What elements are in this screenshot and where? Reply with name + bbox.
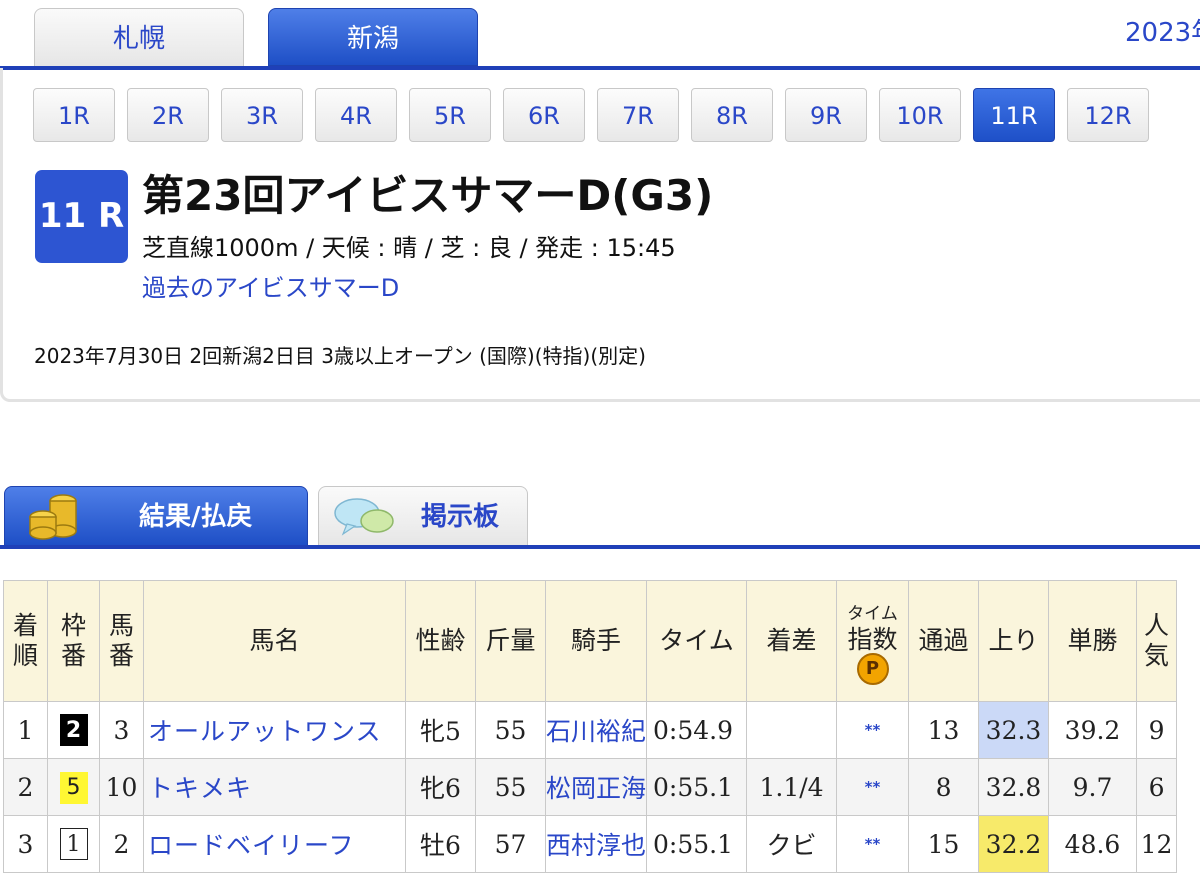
header-win-odds[interactable]: 単勝 <box>1048 580 1138 702</box>
race-tab-6r[interactable]: 6R <box>503 88 585 142</box>
race-conditions: 芝直線1000m / 天候 : 晴 / 芝 : 良 / 発走 : 15:45 <box>142 234 676 262</box>
venue-tab-sapporo[interactable]: 札幌 <box>34 8 244 66</box>
race-tab-4r[interactable]: 4R <box>315 88 397 142</box>
header-horse-number[interactable]: 馬番 <box>99 580 144 702</box>
header-frame[interactable]: 枠番 <box>47 580 100 702</box>
cell-popularity: 6 <box>1136 758 1178 816</box>
cell-sex-age: 牝5 <box>405 701 476 759</box>
race-tab-11r[interactable]: 11R <box>973 88 1055 142</box>
tab-results-payout[interactable]: 結果/払戻 <box>4 486 308 546</box>
past-races-link[interactable]: 過去のアイビスサマーD <box>142 268 399 303</box>
jockey-link[interactable]: 松岡正海 <box>544 758 648 816</box>
premium-p-icon: P <box>856 652 889 685</box>
cell-frame: 5 <box>47 758 100 816</box>
jockey-link[interactable]: 石川裕紀 <box>544 701 648 759</box>
cell-last3f: 32.3 <box>978 701 1050 759</box>
cell-time-index[interactable]: ** <box>836 758 910 816</box>
header-rank[interactable]: 着順 <box>3 580 48 702</box>
cell-rank: 1 <box>3 701 48 759</box>
cell-time: 0:54.9 <box>646 701 748 759</box>
race-tab-10r[interactable]: 10R <box>879 88 961 142</box>
race-tab-1r[interactable]: 1R <box>33 88 115 142</box>
cell-win-odds: 9.7 <box>1048 758 1138 816</box>
table-row: 2 5 10 トキメキ 牝6 55 松岡正海 0:55.1 1.1/4 ** 8… <box>3 758 1178 816</box>
cell-time: 0:55.1 <box>646 758 748 816</box>
race-number-badge: 11 R <box>35 170 128 263</box>
race-tab-2r[interactable]: 2R <box>127 88 209 142</box>
header-weight[interactable]: 斤量 <box>475 580 546 702</box>
horse-name-link[interactable]: トキメキ <box>143 758 406 816</box>
header-jockey[interactable]: 騎手 <box>544 580 648 702</box>
cell-frame: 2 <box>47 701 100 759</box>
cell-time-index[interactable]: ** <box>836 701 910 759</box>
header-time-index[interactable]: タイム 指数 P <box>836 580 910 702</box>
header-horse-name[interactable]: 馬名 <box>143 580 406 702</box>
header-margin[interactable]: 着差 <box>746 580 838 702</box>
frame-badge: 2 <box>59 714 88 746</box>
cell-weight: 55 <box>475 701 546 759</box>
results-table: 着順 枠番 馬番 馬名 性齢 斤量 騎手 タイム 着差 タイム 指数 P 通過 … <box>3 580 1178 873</box>
cell-margin <box>746 701 838 759</box>
race-tab-8r[interactable]: 8R <box>691 88 773 142</box>
header-popularity[interactable]: 人気 <box>1136 580 1178 702</box>
cell-horse-number: 3 <box>99 701 144 759</box>
tab-results-payout-label: 結果/払戻 <box>139 502 253 532</box>
cell-weight: 55 <box>475 758 546 816</box>
header-passing[interactable]: 通過 <box>908 580 980 702</box>
cell-popularity: 9 <box>1136 701 1178 759</box>
header-date: 2023年 <box>1125 18 1200 48</box>
content-tabs-divider <box>0 545 1200 549</box>
race-tab-3r[interactable]: 3R <box>221 88 303 142</box>
cell-last3f: 32.8 <box>978 758 1050 816</box>
cell-rank: 2 <box>3 758 48 816</box>
race-date-line: 2023年7月30日 2回新潟2日目 3歳以上オープン (国際)(特指)(別定) <box>34 344 646 368</box>
frame-badge: 5 <box>59 771 88 804</box>
chat-bubbles-icon <box>334 498 394 536</box>
tab-message-board-label: 掲示板 <box>421 502 500 532</box>
coins-icon <box>29 494 77 540</box>
table-row: 1 2 3 オールアットワンス 牝5 55 石川裕紀 0:54.9 ** 13 … <box>3 701 1178 759</box>
table-header-row: 着順 枠番 馬番 馬名 性齢 斤量 騎手 タイム 着差 タイム 指数 P 通過 … <box>3 580 1178 702</box>
race-tab-7r[interactable]: 7R <box>597 88 679 142</box>
tab-message-board[interactable]: 掲示板 <box>318 486 528 546</box>
cell-passing: 13 <box>908 701 980 759</box>
race-tab-9r[interactable]: 9R <box>785 88 867 142</box>
race-tab-5r[interactable]: 5R <box>409 88 491 142</box>
horse-name-link[interactable]: オールアットワンス <box>143 701 406 759</box>
cell-horse-number: 10 <box>99 758 144 816</box>
cell-margin: 1.1/4 <box>746 758 838 816</box>
cell-sex-age: 牝6 <box>405 758 476 816</box>
header-time[interactable]: タイム <box>646 580 748 702</box>
cell-win-odds: 39.2 <box>1048 701 1138 759</box>
venue-tab-niigata[interactable]: 新潟 <box>268 8 478 66</box>
cell-passing: 8 <box>908 758 980 816</box>
header-sex-age[interactable]: 性齢 <box>405 580 476 702</box>
race-title: 第23回アイビスサマーD(G3) <box>142 171 714 220</box>
frame-badge: 1 <box>59 828 88 860</box>
race-tab-12r[interactable]: 12R <box>1067 88 1149 142</box>
header-last3f[interactable]: 上り <box>978 580 1050 702</box>
